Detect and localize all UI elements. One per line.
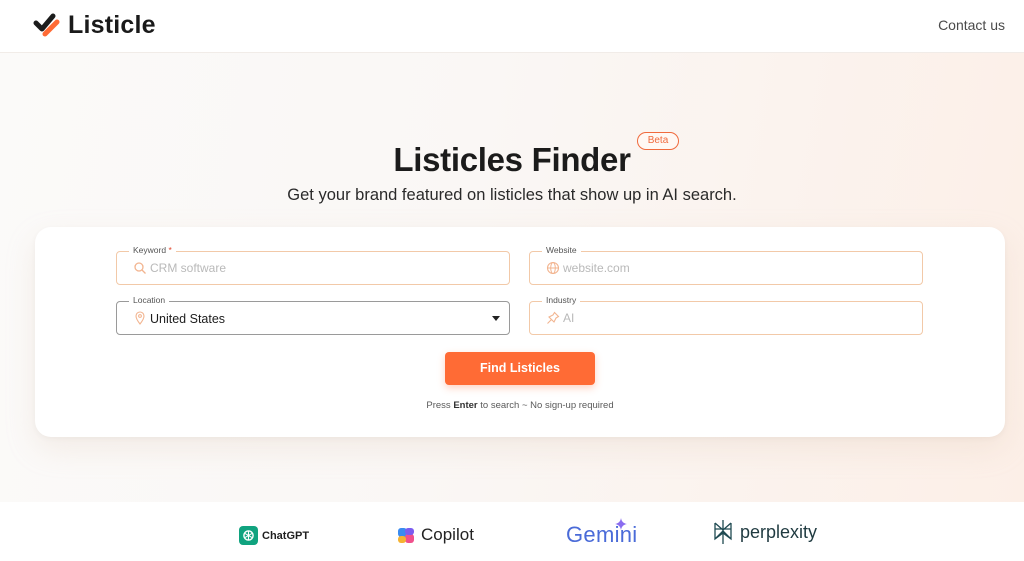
brand-logo[interactable]: Listicle: [33, 10, 156, 40]
search-icon: [134, 262, 146, 274]
industry-input[interactable]: AI: [563, 311, 574, 325]
keyword-input[interactable]: CRM software: [150, 261, 226, 275]
location-label: Location: [129, 295, 170, 305]
brand-name: Listicle: [68, 10, 156, 39]
industry-field[interactable]: Industry AI: [529, 295, 923, 335]
chatgpt-label: ChatGPT: [262, 529, 310, 542]
page-title: Listicles Finder: [393, 141, 631, 178]
find-listicles-button[interactable]: Find Listicles: [445, 352, 595, 385]
keyword-field[interactable]: Keyword * CRM software: [116, 245, 510, 285]
chevron-down-icon[interactable]: [492, 316, 500, 321]
copilot-logo: Copilot: [397, 525, 474, 545]
location-pin-icon: [135, 311, 145, 325]
listicle-logo-icon: [33, 13, 60, 37]
keyword-label: Keyword: [133, 245, 167, 255]
enter-key: Enter: [453, 400, 478, 411]
beta-badge: Beta: [637, 132, 679, 150]
industry-label: Industry: [542, 295, 581, 305]
top-nav: Listicle Contact us: [0, 0, 1024, 53]
required-mark: *: [168, 245, 172, 255]
perplexity-icon: [714, 520, 732, 544]
sparkle-icon: [614, 518, 627, 530]
pin-icon: [547, 311, 560, 324]
hero-section: Listicles Finder Beta Get your brand fea…: [0, 53, 1024, 502]
globe-icon: [546, 261, 560, 275]
ai-logos-strip: ChatGPT Copilot Gemini perplexity: [0, 502, 1024, 561]
gemini-logo: Gemini: [566, 518, 637, 548]
search-hint: Press Enter to search ~ No sign-up requi…: [426, 400, 614, 411]
location-value: United States: [150, 312, 226, 326]
website-label: Website: [542, 245, 581, 255]
copilot-label: Copilot: [421, 525, 474, 544]
website-field[interactable]: Website website.com: [529, 245, 923, 285]
gemini-label: Gemini: [566, 522, 638, 547]
copilot-icon: [398, 527, 414, 543]
search-card: Keyword * CRM software Website website.c…: [35, 227, 1005, 437]
contact-us-link[interactable]: Contact us: [938, 17, 1005, 33]
chatgpt-logo: ChatGPT: [239, 526, 309, 545]
openai-icon: [239, 526, 258, 545]
page-subtitle: Get your brand featured on listicles tha…: [287, 186, 737, 204]
perplexity-label: perplexity: [740, 521, 818, 542]
location-select[interactable]: Location United States: [116, 295, 510, 335]
perplexity-logo: perplexity: [712, 519, 817, 545]
website-input[interactable]: website.com: [563, 261, 630, 275]
